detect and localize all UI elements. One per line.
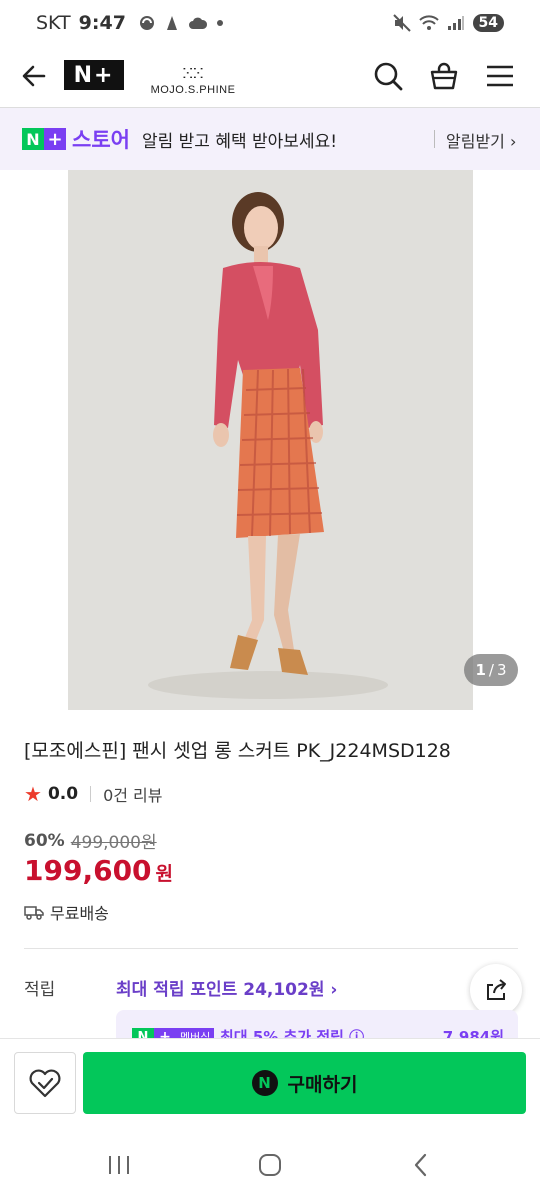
wifi-icon — [418, 15, 439, 30]
image-current-index: 1 — [475, 661, 486, 679]
back-nav-button[interactable] — [406, 1150, 436, 1180]
wishlist-button[interactable] — [14, 1052, 76, 1114]
delivery-truck-icon — [24, 906, 44, 920]
store-notification-banner[interactable]: N + 스토어 알림 받고 혜택 받아보세요! 알림받기 › — [0, 108, 540, 170]
menu-button[interactable] — [484, 60, 516, 92]
home-icon — [259, 1154, 281, 1176]
sync-icon — [139, 16, 154, 30]
bottom-action-bar: N 구매하기 — [0, 1038, 540, 1128]
search-icon — [374, 62, 403, 91]
badge-plus: + — [44, 128, 66, 150]
naver-pay-icon: N — [251, 1070, 278, 1096]
model-photo — [68, 170, 473, 710]
section-divider — [24, 948, 518, 949]
max-points-link[interactable]: 최대 적립 포인트 24,102원 › — [116, 975, 337, 1000]
heart-check-icon — [29, 1069, 61, 1098]
buy-label: 구매하기 — [287, 1073, 358, 1096]
badge-n: N — [22, 128, 44, 150]
brand-name: MOJO.S.PHINE — [150, 84, 236, 96]
review-count-link[interactable]: 0건 리뷰 — [103, 782, 162, 806]
app-header: N+ ⵘⵘ MOJO.S.PHINE — [0, 46, 540, 108]
price-unit: 원 — [155, 863, 174, 885]
mute-icon — [392, 14, 411, 32]
share-icon — [487, 979, 506, 1000]
back-button[interactable] — [18, 60, 50, 92]
image-counter-separator: / — [488, 661, 494, 679]
points-label: 적립 — [24, 980, 56, 1000]
status-bar: SKT 9:47 54 — [0, 0, 540, 46]
shopping-bag-icon — [430, 62, 458, 90]
notification-icon — [166, 16, 177, 30]
shipping-label: 무료배송 — [50, 904, 109, 923]
search-button[interactable] — [372, 60, 404, 92]
store-message: 알림 받고 혜택 받아보세요! — [141, 131, 338, 152]
carrier-label: SKT — [36, 12, 71, 34]
discount-percent: 60% — [24, 830, 65, 851]
rating-score: 0.0 — [47, 784, 79, 804]
image-page-counter: 1 / 3 — [464, 654, 518, 686]
rating-divider — [90, 786, 92, 802]
store-name: 스토어 — [72, 128, 130, 152]
battery-level: 54 — [472, 14, 504, 32]
home-button[interactable] — [255, 1150, 285, 1180]
price-row: 199,600 원 — [24, 854, 173, 887]
star-icon: ★ — [24, 782, 42, 806]
cloud-icon — [188, 17, 207, 29]
nplus-store-badge: N + — [22, 128, 66, 150]
product-title: [모조에스핀] 팬시 셋업 롱 스커트 PK_J224MSD128 — [24, 740, 451, 762]
chevron-left-icon — [414, 1153, 427, 1177]
system-nav-bar — [0, 1128, 540, 1200]
brand-logo[interactable]: ⵘⵘ MOJO.S.PHINE — [148, 56, 238, 96]
recent-apps-icon — [109, 1156, 129, 1174]
share-button[interactable] — [470, 964, 522, 1016]
alarm-subscribe-link[interactable]: 알림받기 › — [446, 128, 516, 152]
arrow-left-icon — [22, 65, 46, 87]
original-price: 499,000원 — [70, 833, 157, 853]
shipping-row: 무료배송 — [24, 900, 109, 924]
sale-price: 199,600 — [24, 854, 152, 887]
clock: 9:47 — [78, 12, 126, 34]
signal-icon — [447, 16, 464, 30]
hamburger-menu-icon — [487, 65, 513, 87]
nplus-logo[interactable]: N+ — [64, 60, 124, 90]
banner-divider — [434, 130, 435, 148]
image-total-count: 3 — [496, 661, 507, 679]
cart-button[interactable] — [428, 60, 460, 92]
recent-apps-button[interactable] — [104, 1150, 134, 1180]
buy-button[interactable]: N 구매하기 — [83, 1052, 526, 1114]
product-image[interactable] — [68, 170, 473, 710]
rating-row[interactable]: ★ 0.0 0건 리뷰 — [24, 782, 163, 806]
discount-row: 60% 499,000원 — [24, 828, 157, 854]
brand-emblem: ⵘⵘ — [182, 66, 204, 82]
dot-icon — [216, 20, 223, 26]
